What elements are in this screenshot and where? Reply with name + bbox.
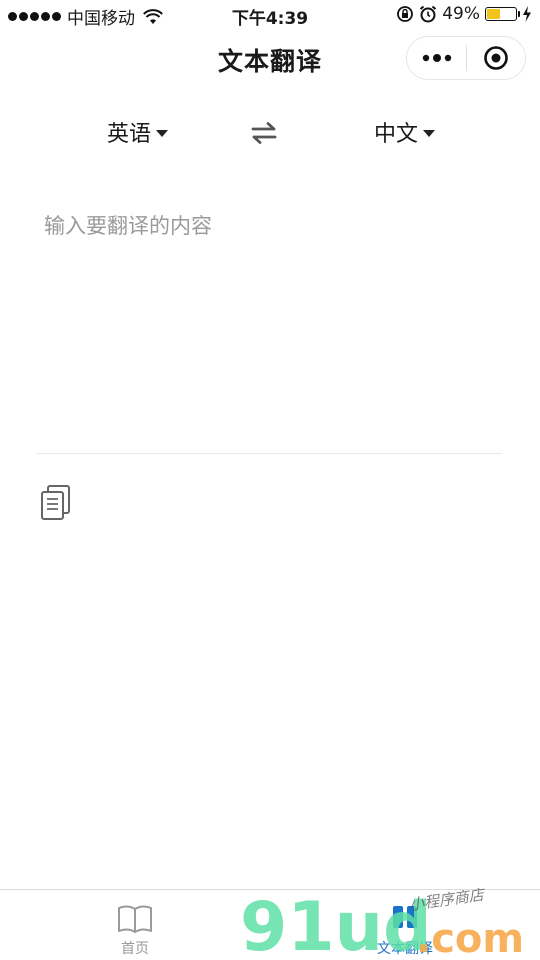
caret-down-icon [156, 129, 169, 137]
divider [36, 453, 502, 454]
source-language-label: 英语 [107, 122, 152, 147]
language-bar: 英语 中文 [0, 112, 540, 154]
status-right: 49% [396, 4, 532, 24]
tab-text-translate[interactable]: 文本翻译 [270, 890, 540, 960]
charging-icon [523, 6, 531, 22]
source-language-select[interactable]: 英语 [107, 116, 169, 148]
more-icon [422, 54, 451, 62]
alarm-icon [420, 5, 437, 23]
target-language-label: 中文 [374, 122, 419, 147]
battery-percent: 49% [442, 4, 480, 24]
source-text-input[interactable] [44, 210, 500, 440]
rotation-lock-icon [397, 6, 414, 22]
status-bar: 中国移动 下午4:39 49% [0, 0, 540, 30]
battery-level [487, 9, 500, 19]
battery-icon [485, 7, 520, 21]
tab-bar: 首页 文本翻译 [0, 889, 540, 960]
page: 中国移动 下午4:39 49% 文本翻译 英语 中文 输入要翻译的内容 首页 文… [0, 0, 540, 960]
mini-program-capsule [406, 36, 526, 80]
target-language-select[interactable]: 中文 [374, 116, 436, 148]
swap-languages-button[interactable] [248, 118, 280, 148]
caret-down-icon [423, 129, 436, 137]
swap-arrows-icon [251, 122, 277, 144]
nav-bar: 文本翻译 [0, 30, 540, 88]
tab-home[interactable]: 首页 [0, 890, 270, 960]
close-target-icon [484, 46, 508, 70]
tab-text-translate-label: 文本翻译 [377, 941, 433, 957]
copy-icon [41, 485, 70, 520]
close-mini-program-button[interactable] [467, 36, 525, 80]
tab-home-label: 首页 [121, 941, 149, 957]
more-button[interactable] [407, 36, 466, 80]
book-icon [118, 905, 152, 933]
copy-button[interactable] [38, 484, 74, 522]
translate-icon [393, 906, 417, 928]
